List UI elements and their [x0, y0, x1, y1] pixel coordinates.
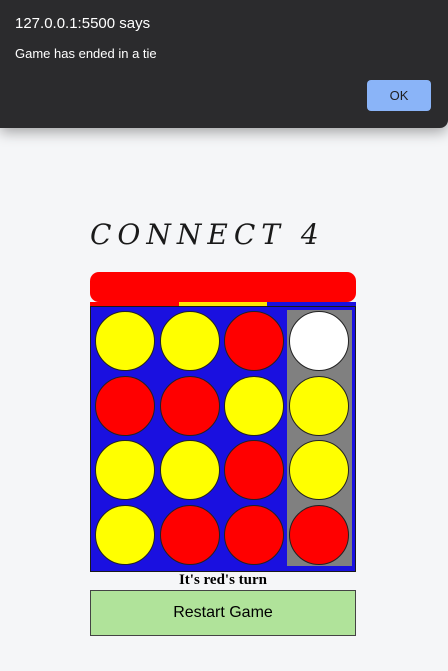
game-title-text: CONNECT 4	[90, 218, 325, 251]
board-cell[interactable]	[95, 375, 155, 436]
board-cell[interactable]	[159, 375, 220, 436]
game-title: CONNECT 4	[90, 218, 356, 264]
board-cell[interactable]	[159, 504, 220, 565]
board-cell[interactable]	[224, 440, 284, 500]
board-cell[interactable]	[95, 440, 155, 500]
board-cell[interactable]	[224, 504, 284, 565]
board-cell[interactable]	[288, 311, 349, 371]
dialog-message: Game has ended in a tie	[15, 46, 157, 61]
restart-button[interactable]: Restart Game	[90, 590, 356, 636]
turn-indicator: It's red's turn	[178, 572, 268, 588]
board-cell[interactable]	[288, 375, 349, 436]
board-cell[interactable]	[224, 375, 284, 436]
board-cell[interactable]	[288, 440, 349, 500]
board-cell[interactable]	[224, 311, 284, 371]
drop-zone-bar[interactable]	[90, 272, 356, 302]
board-cell[interactable]	[95, 504, 155, 565]
board-cell[interactable]	[288, 504, 349, 565]
alert-dialog: 127.0.0.1:5500 says Game has ended in a …	[0, 0, 448, 128]
board-cell[interactable]	[159, 440, 220, 500]
ok-button[interactable]: OK	[367, 80, 431, 111]
board-cell[interactable]	[159, 311, 220, 371]
board-cell[interactable]	[95, 311, 155, 371]
dialog-origin: 127.0.0.1:5500 says	[15, 15, 151, 32]
